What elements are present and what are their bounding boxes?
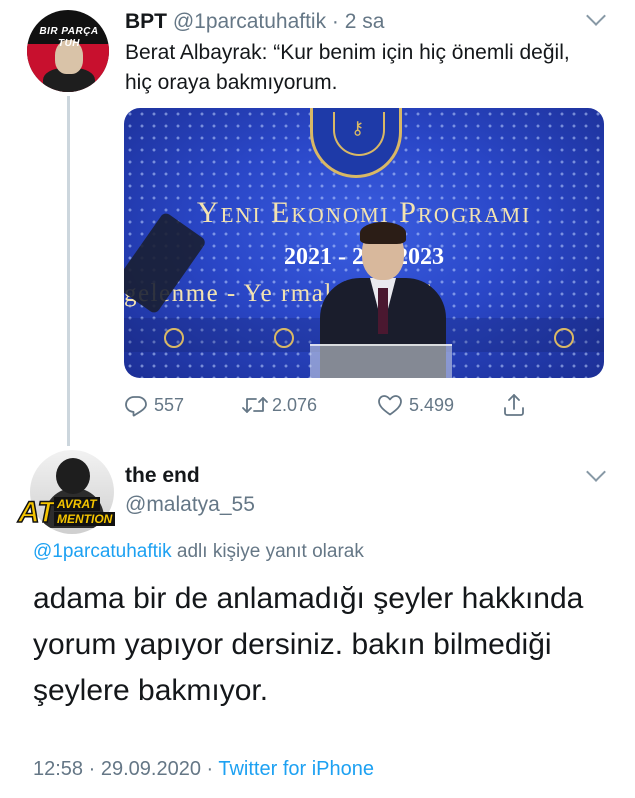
like-button[interactable]: 5.499 — [377, 390, 454, 420]
media-speaker-hair — [360, 222, 406, 244]
reply-button[interactable]: 557 — [124, 390, 184, 420]
tweet2-display-name[interactable]: the end — [125, 462, 200, 490]
chevron-down-icon[interactable] — [586, 6, 606, 26]
meta-separator: · — [200, 758, 219, 780]
like-count: 5.499 — [409, 394, 455, 415]
tweet2-date[interactable]: 29.09.2020 — [101, 758, 201, 780]
thread-connector-line — [67, 96, 70, 446]
tweet1-display-name[interactable]: BPT — [125, 10, 167, 33]
reply-icon — [125, 396, 147, 417]
badge-line2-text: MENTION — [54, 512, 116, 526]
tweet2-meta-line: 12:58 · 29.09.2020 · Twitter for iPhone — [33, 756, 374, 782]
retweet-count: 2.076 — [272, 394, 318, 415]
badge-at-text: AT — [17, 495, 56, 530]
retweet-icon — [242, 397, 268, 413]
media-small-emblem — [164, 328, 184, 348]
tweet1-handle[interactable]: @1parcatuhaftik — [173, 10, 326, 33]
badge-line1-text: AVRAT — [54, 497, 100, 511]
tweet1-text: Berat Albayrak: “Kur benim için hiç önem… — [125, 41, 570, 94]
tweet2-time[interactable]: 12:58 — [33, 758, 83, 780]
retweet-button[interactable]: 2.076 — [240, 390, 317, 420]
tweet1-action-bar: 557 2.076 5.499 — [124, 390, 544, 420]
avatar-badge-logo: AT AVRAT MENTION — [17, 495, 118, 530]
media-small-emblem — [554, 328, 574, 348]
media-speaker-tie — [378, 288, 388, 334]
share-icon — [504, 394, 524, 416]
avatar-text-bottom: TUH — [57, 38, 81, 49]
avatar-text-top: BIR PARÇA — [39, 26, 99, 37]
chevron-down-icon[interactable] — [586, 462, 606, 482]
meta-separator: · — [83, 758, 101, 780]
tweet1-avatar[interactable]: BIR PARÇA TUH — [27, 10, 109, 92]
media-title-text: Yeni Ekonomi Programı — [196, 196, 532, 229]
heart-icon — [378, 395, 402, 416]
tweet1-timestamp[interactable]: 2 sa — [345, 10, 385, 33]
reply-count: 557 — [154, 394, 185, 415]
tweet2-text: adama bir de anlamadığı şeyler hakkında … — [33, 582, 584, 707]
tweet1-separator: · — [331, 10, 339, 33]
tweet1-media-image[interactable]: ⚷ Yeni Ekonomi Programı 2021 - 20 - 2023… — [124, 108, 604, 378]
replying-to-mention-link[interactable]: @1parcatuhaftik — [33, 541, 172, 562]
key-icon: ⚷ — [351, 118, 365, 139]
tweet2-handle[interactable]: @malatya_55 — [125, 491, 255, 519]
share-button[interactable] — [502, 390, 526, 420]
replying-to-suffix: adlı kişiye yanıt olarak — [171, 541, 364, 562]
tweet2-source-link[interactable]: Twitter for iPhone — [218, 758, 374, 780]
replying-to-line: @1parcatuhaftik adlı kişiye yanıt olarak — [33, 539, 364, 565]
tweet1-header: BPT @1parcatuhaftik · 2 sa — [125, 8, 384, 36]
media-podium — [310, 344, 452, 378]
media-small-emblem — [274, 328, 294, 348]
avatar-figure-head — [56, 458, 90, 494]
